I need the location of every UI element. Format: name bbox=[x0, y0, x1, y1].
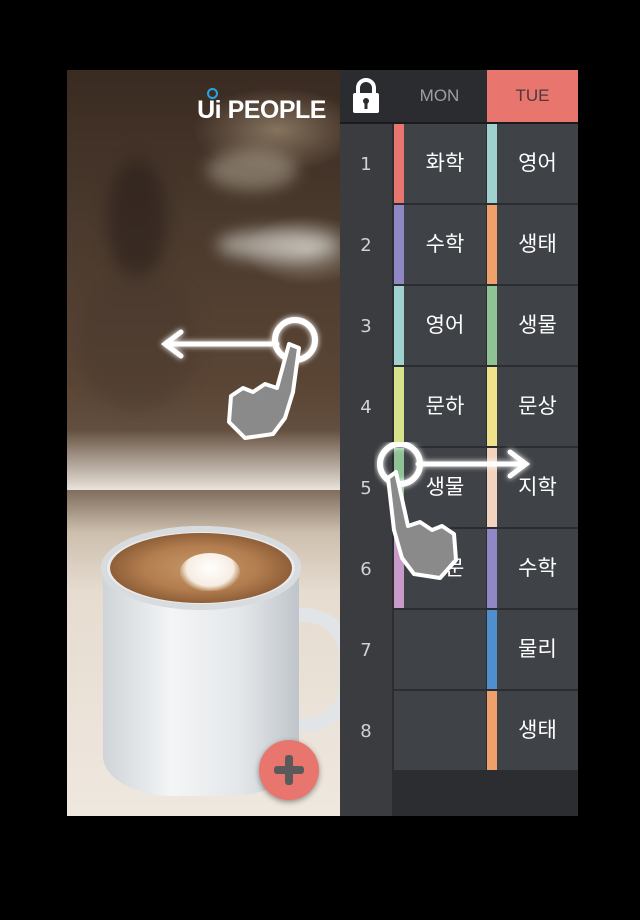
subject-color-bar bbox=[394, 529, 404, 608]
subject-color-bar bbox=[487, 529, 497, 608]
class-cell-tue[interactable]: 생태 bbox=[487, 205, 578, 286]
class-cell-mon[interactable]: 생물 bbox=[394, 448, 486, 529]
lock-button[interactable] bbox=[340, 70, 392, 122]
add-button[interactable] bbox=[259, 740, 319, 800]
subject-color-bar bbox=[487, 367, 497, 446]
subject-label: 물리 bbox=[518, 637, 557, 661]
class-cell-mon[interactable]: 문하 bbox=[394, 367, 486, 448]
subject-color-bar bbox=[487, 286, 497, 365]
class-cell-tue[interactable]: 생물 bbox=[487, 286, 578, 367]
class-cell-tue[interactable]: 수학 bbox=[487, 529, 578, 610]
day-tab-mon[interactable]: MON bbox=[392, 70, 487, 122]
period-number: 7 bbox=[360, 640, 372, 661]
subject-color-bar bbox=[394, 367, 404, 446]
subject-color-bar bbox=[487, 610, 497, 689]
class-cell-mon[interactable]: 영어 bbox=[394, 286, 486, 367]
subject-label: 문상 bbox=[518, 394, 557, 418]
subject-color-bar bbox=[394, 124, 404, 203]
subject-label: 지학 bbox=[518, 475, 557, 499]
subject-label: 생태 bbox=[518, 232, 557, 256]
class-cell-mon[interactable]: 한문 bbox=[394, 529, 486, 610]
subject-label: 한문 bbox=[425, 556, 465, 580]
class-cell-tue[interactable]: 지학 bbox=[487, 448, 578, 529]
background-photo: Ui PEOPLE bbox=[67, 70, 340, 816]
period-number: 3 bbox=[360, 316, 372, 337]
period-number: 6 bbox=[360, 559, 372, 580]
period-number: 2 bbox=[360, 235, 372, 256]
subject-label: 영어 bbox=[518, 151, 557, 175]
timetable: MON TUE 1 2 3 4 5 6 7 8 화학 수학 영어 문하 생물 한문 영어 생태… bbox=[340, 70, 578, 816]
subject-color-bar bbox=[394, 448, 404, 527]
class-cell-mon[interactable]: 화학 bbox=[394, 124, 486, 205]
class-cell-tue[interactable]: 물리 bbox=[487, 610, 578, 691]
class-cell-mon[interactable] bbox=[394, 691, 486, 772]
period-column: 1 2 3 4 5 6 7 8 bbox=[340, 124, 392, 816]
subject-color-bar bbox=[487, 124, 497, 203]
brand-logo: Ui PEOPLE bbox=[197, 88, 326, 125]
subject-label: 수학 bbox=[518, 556, 557, 580]
subject-color-bar bbox=[487, 205, 497, 284]
period-number: 8 bbox=[360, 721, 372, 742]
class-cell-tue[interactable]: 영어 bbox=[487, 124, 578, 205]
period-number: 5 bbox=[360, 478, 372, 499]
subject-label: 화학 bbox=[425, 151, 465, 175]
subject-color-bar bbox=[394, 205, 404, 284]
app-screen: Ui PEOPLE MON TUE 1 2 3 4 5 6 7 8 화학 수학 … bbox=[67, 70, 578, 816]
class-cell-tue[interactable]: 문상 bbox=[487, 367, 578, 448]
timetable-header: MON TUE bbox=[340, 70, 578, 124]
day-tab-tue[interactable]: TUE bbox=[487, 70, 578, 122]
subject-color-bar bbox=[487, 691, 497, 770]
period-number: 1 bbox=[360, 154, 372, 175]
subject-label: 수학 bbox=[425, 232, 465, 256]
class-cell-mon[interactable] bbox=[394, 610, 486, 691]
subject-label: 생물 bbox=[425, 475, 465, 499]
class-cell-tue[interactable]: 생태 bbox=[487, 691, 578, 772]
period-number: 4 bbox=[360, 397, 372, 418]
subject-label: 영어 bbox=[425, 313, 465, 337]
subject-label: 생태 bbox=[518, 718, 557, 742]
subject-color-bar bbox=[487, 448, 497, 527]
subject-color-bar bbox=[394, 286, 404, 365]
class-cell-mon[interactable]: 수학 bbox=[394, 205, 486, 286]
subject-label: 생물 bbox=[518, 313, 557, 337]
subject-label: 문하 bbox=[425, 394, 465, 418]
lock-icon bbox=[353, 78, 379, 113]
